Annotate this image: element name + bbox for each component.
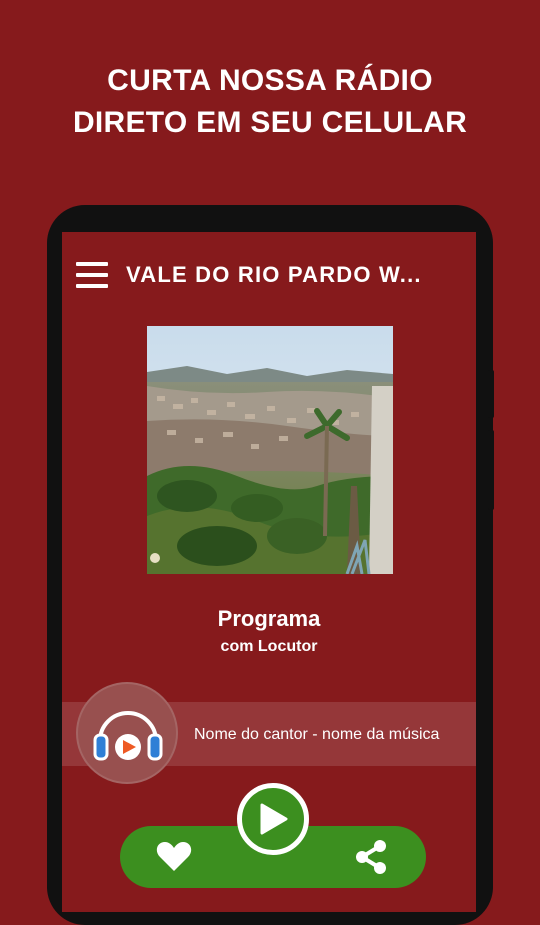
- promo-line-2: DIRETO EM SEU CELULAR: [72, 106, 468, 139]
- promo-headline: CURTA NOSSA RÁDIO DIRETO EM SEU CELULAR: [0, 60, 540, 144]
- station-artwork: [147, 326, 393, 574]
- headphones-badge: [76, 682, 178, 784]
- program-title: Programa: [217, 606, 321, 631]
- app-bar: VALE DO RIO PARDO W...: [62, 232, 476, 318]
- play-icon: [260, 803, 288, 835]
- program-host: com Locutor: [220, 638, 318, 655]
- share-button[interactable]: [352, 838, 390, 881]
- share-icon: [356, 840, 386, 874]
- now-playing-text: Nome do cantor - nome da música: [194, 726, 440, 743]
- play-button[interactable]: [237, 783, 309, 855]
- phone-side-button: [488, 430, 494, 510]
- hamburger-menu-icon[interactable]: [76, 262, 108, 288]
- app-screen: VALE DO RIO PARDO W... Programa com Locu…: [62, 232, 476, 912]
- promo-line-1: CURTA NOSSA RÁDIO: [107, 64, 433, 97]
- favorite-button[interactable]: [156, 840, 192, 877]
- phone-side-button: [488, 370, 494, 418]
- app-title: VALE DO RIO PARDO W...: [126, 262, 422, 287]
- heart-icon: [156, 842, 192, 871]
- headphones-icon: [93, 711, 163, 761]
